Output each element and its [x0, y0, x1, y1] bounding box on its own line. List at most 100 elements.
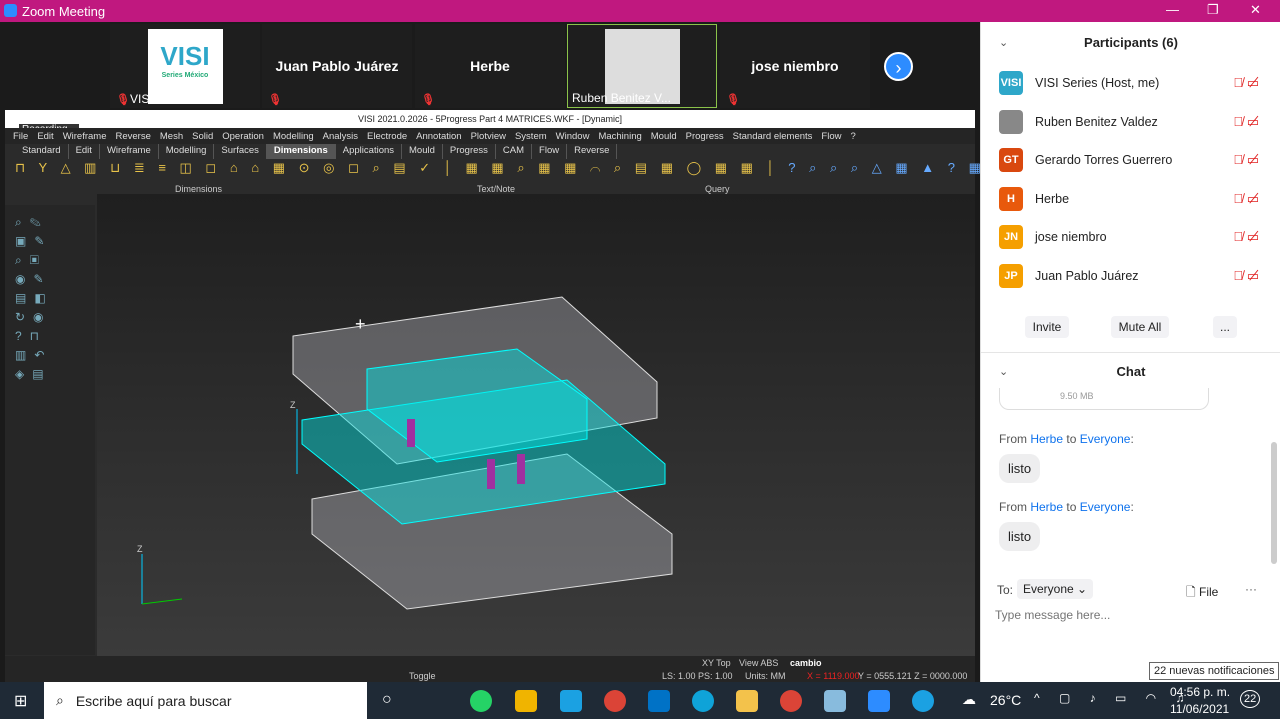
minimize-button[interactable]: —	[1166, 2, 1179, 17]
chat-message: listo	[999, 454, 1041, 483]
chrome-profile-icon[interactable]	[780, 690, 802, 712]
chat-input[interactable]	[995, 604, 1265, 626]
ribbon-tab[interactable]: Surfaces	[214, 144, 267, 159]
ribbon-tab[interactable]: Flow	[532, 144, 568, 159]
menu-item[interactable]: Edit	[37, 131, 53, 142]
sticky-app-icon[interactable]	[515, 690, 537, 712]
ribbon-tab[interactable]: Applications	[336, 144, 403, 159]
video-tile[interactable]: VISI Series México 🎙 VISI Series	[110, 24, 260, 108]
menu-item[interactable]: Analysis	[323, 131, 358, 142]
ribbon-tab[interactable]: Wireframe	[100, 144, 159, 159]
chrome-icon[interactable]	[604, 690, 626, 712]
ribbon-tab[interactable]: Mould	[402, 144, 443, 159]
menu-item[interactable]: Solid	[192, 131, 213, 142]
menu-item[interactable]: Reverse	[116, 131, 151, 142]
left-toolbar[interactable]: ⌕✎ ▣✎ ⌕▣ ◉✎ ▤◧ ↻◉ ?⊓ ▥↶ ◈▤	[5, 205, 95, 655]
mould-model: Z Z	[137, 296, 673, 610]
chat-more-button[interactable]: ···	[1245, 582, 1257, 596]
video-tile[interactable]: Herbe 🎙	[415, 24, 565, 108]
participant-row[interactable]: JN jose niembro 🎙̸ ▭̸	[999, 225, 1269, 249]
chat-title: Chat	[1116, 364, 1146, 379]
muted-mic-video-icon[interactable]: 🎙̸ ▭̸	[1233, 114, 1259, 130]
tray-icons[interactable]: ^ ▢ ♪ ▭ ◠ ♫	[1034, 691, 1192, 705]
visi-taskbar-icon[interactable]	[824, 690, 846, 712]
chevron-right-icon[interactable]: ›	[884, 52, 913, 81]
side-panel: ⌄ Participants (6) VISI VISI Series (Host…	[980, 22, 1280, 682]
more-button[interactable]: ...	[1213, 316, 1237, 338]
video-tile[interactable]: jose niembro 🎙	[720, 24, 870, 108]
participant-row[interactable]: H Herbe 🎙̸ ▭̸	[999, 186, 1269, 211]
mute-all-button[interactable]: Mute All	[1111, 316, 1169, 338]
menu-item[interactable]: Electrode	[367, 131, 407, 142]
zoom-title-bar: Zoom Meeting — ❐ ✕	[0, 0, 1280, 22]
outlook-icon[interactable]	[648, 690, 670, 712]
video-tile[interactable]: Juan Pablo Juárez 🎙	[262, 24, 412, 108]
file-attachment[interactable]: 9.50 MB	[999, 388, 1209, 410]
file-explorer-icon[interactable]	[736, 690, 758, 712]
invite-button[interactable]: Invite	[1025, 316, 1069, 338]
toggle-button[interactable]: Toggle	[409, 671, 436, 681]
muted-mic-video-icon[interactable]: 🎙̸ ▭̸	[1233, 229, 1259, 245]
menu-item[interactable]: Operation	[222, 131, 264, 142]
menu-item[interactable]: Machining	[598, 131, 641, 142]
participant-row[interactable]: JP Juan Pablo Juárez 🎙̸ ▭̸	[999, 263, 1269, 288]
restore-button[interactable]: ❐	[1207, 2, 1219, 18]
temperature[interactable]: 26°C	[990, 692, 1021, 708]
window-title: Zoom Meeting	[22, 3, 106, 19]
3d-viewport[interactable]: Z Z +	[97, 194, 975, 656]
file-button[interactable]: 🗋 File	[1186, 583, 1218, 604]
whatsapp-icon[interactable]	[470, 690, 492, 712]
clock-time[interactable]: 04:56 p. m.	[1170, 685, 1230, 699]
menu-item[interactable]: Mould	[651, 131, 677, 142]
layer-field[interactable]: cambio	[790, 658, 822, 668]
cortana-icon[interactable]: ○	[382, 691, 392, 709]
menu-item[interactable]: ?	[850, 131, 855, 142]
menu-item[interactable]: Standard elements	[733, 131, 813, 142]
muted-mic-icon: 🎙	[116, 94, 130, 106]
edge-icon[interactable]	[692, 690, 714, 712]
menu-item[interactable]: Annotation	[416, 131, 461, 142]
muted-mic-video-icon[interactable]: 🎙̸ ▭̸	[1233, 75, 1259, 91]
muted-mic-video-icon[interactable]: 🎙̸ ▭̸	[1233, 152, 1259, 168]
participant-name: Gerardo Torres Guerrero	[1035, 153, 1173, 167]
app-icon[interactable]	[560, 690, 582, 712]
recipient-dropdown[interactable]: Everyone ⌄	[1017, 579, 1094, 599]
menu-item[interactable]: Flow	[821, 131, 841, 142]
ribbon-tab[interactable]: CAM	[496, 144, 533, 159]
muted-mic-icon: 🎙	[421, 94, 435, 106]
muted-mic-video-icon[interactable]: 🎙̸ ▭̸	[1233, 191, 1259, 207]
menu-item[interactable]: Mesh	[160, 131, 183, 142]
participant-row[interactable]: GT Gerardo Torres Guerrero 🎙̸ ▭̸	[999, 148, 1269, 172]
avatar: GT	[999, 148, 1023, 172]
menu-item[interactable]: Plotview	[471, 131, 506, 142]
chat-scrollbar[interactable]	[1271, 442, 1277, 564]
ribbon-tab[interactable]: Standard	[15, 144, 69, 159]
menu-item[interactable]: System	[515, 131, 547, 142]
muted-mic-icon: 🎙	[268, 94, 282, 106]
windows-start-icon[interactable]: ⊞	[14, 691, 27, 711]
help-icon[interactable]	[912, 690, 934, 712]
menu-item[interactable]: File	[13, 131, 28, 142]
muted-mic-video-icon[interactable]: 🎙̸ ▭̸	[1233, 268, 1259, 284]
menu-item[interactable]: Window	[556, 131, 590, 142]
menu-item[interactable]: Wireframe	[63, 131, 107, 142]
taskbar-search[interactable]: ⌕ Escribe aquí para buscar	[44, 682, 367, 719]
ribbon-tab[interactable]: Edit	[69, 144, 100, 159]
ribbon-tab[interactable]: Dimensions	[266, 144, 336, 159]
chat-message: listo	[999, 522, 1041, 551]
close-button[interactable]: ✕	[1250, 2, 1261, 18]
ribbon-tab[interactable]: Modelling	[159, 144, 215, 159]
zoom-logo-icon	[4, 4, 17, 17]
zoom-taskbar-icon[interactable]	[868, 690, 890, 712]
menu-item[interactable]: Progress	[686, 131, 724, 142]
participant-name: Herbe	[1035, 191, 1070, 206]
ribbon-tab[interactable]: Progress	[443, 144, 496, 159]
participant-row[interactable]: Ruben Benitez Valdez 🎙̸ ▭̸	[999, 109, 1269, 134]
clock-date[interactable]: 11/06/2021	[1170, 702, 1229, 716]
video-tile-active[interactable]: Ruben Benitez V...	[567, 24, 717, 108]
ribbon-toolbar: ⊓ Y △ ▥ ⊔ ≣ ≡ ◫ ◻ ⌂ ⌂ ▦ ⊙ ◎ ◻ ⌕ ▤ ✓ │ ▦ …	[15, 160, 986, 194]
participant-row[interactable]: VISI VISI Series (Host, me) 🎙̸ ▭̸	[999, 71, 1269, 95]
ribbon-tab[interactable]: Reverse	[567, 144, 618, 159]
menu-item[interactable]: Modelling	[273, 131, 314, 142]
notification-center-icon[interactable]: 22	[1240, 690, 1261, 708]
